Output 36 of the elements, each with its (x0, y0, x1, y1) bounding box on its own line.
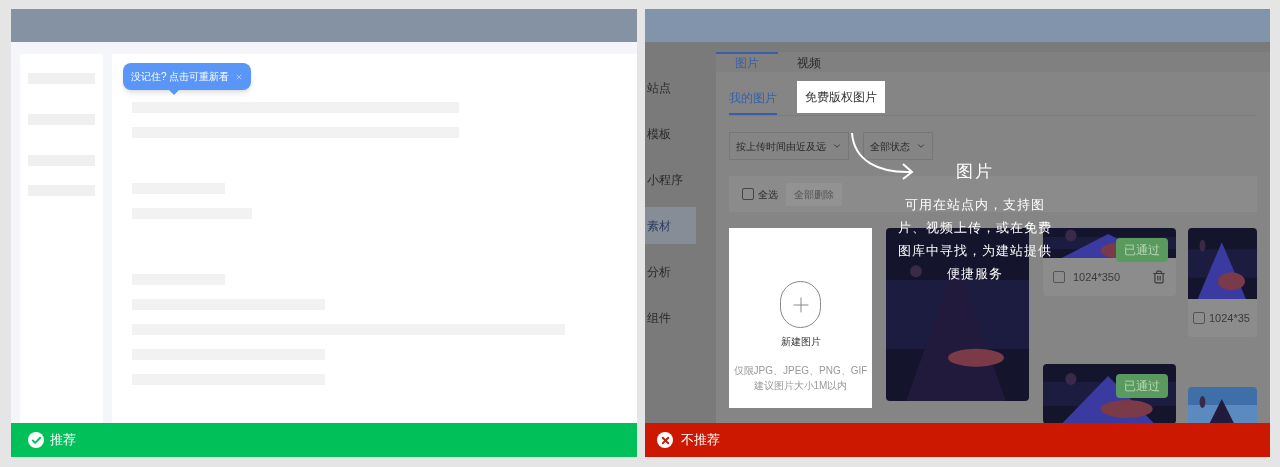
chevron-down-icon (916, 141, 926, 151)
checkbox[interactable] (742, 188, 754, 200)
sort-dropdown[interactable]: 按上传时间由近及远 (729, 132, 849, 160)
guide-text: 便捷服务 (947, 264, 1003, 283)
close-icon[interactable] (235, 72, 244, 81)
new-image-card[interactable]: 新建图片 仅限JPG、JPEG、PNG、GIF 建议图片大小1M以内 (729, 228, 872, 408)
chevron-down-icon (832, 141, 842, 151)
select-all-label: 全选 (758, 187, 778, 202)
status-badge: 已通过 (1116, 374, 1168, 398)
image-size: 1024*350 (1073, 269, 1121, 285)
tab[interactable]: 视频 (778, 52, 840, 72)
sidebar-item[interactable]: 组件 (645, 299, 696, 336)
sidebar-item[interactable]: 素材 (645, 207, 696, 244)
verdict-label: 不推荐 (681, 431, 720, 450)
image-size: 1024*35 (1209, 310, 1250, 326)
upload-hint: 仅限JPG、JPEG、PNG、GIF (733, 364, 868, 378)
arrow-icon (849, 131, 915, 181)
status-badge: 已通过 (1116, 238, 1168, 262)
verdict-label: 推荐 (50, 431, 76, 450)
guide-title: 图片 (956, 161, 994, 183)
card-title: 新建图片 (780, 335, 821, 349)
checkbox[interactable] (1053, 271, 1065, 283)
guide-text: 可用在站点内，支持图 (905, 195, 1045, 214)
upload-hint: 建议图片大小1M以内 (753, 379, 848, 393)
sort-dropdown[interactable]: 全部状态 (863, 132, 933, 160)
sidebar-item[interactable]: 模板 (645, 115, 696, 152)
sidebar-item[interactable]: 站点 (645, 69, 696, 106)
delete-icon[interactable] (1152, 270, 1166, 284)
image-card[interactable]: 1024*35 (1188, 228, 1257, 337)
tooltip-text: 没记住? 点击可重新看 (131, 70, 230, 84)
checkbox[interactable] (1193, 312, 1205, 324)
sidebar-item[interactable]: 分析 (645, 253, 696, 290)
close-icon (657, 432, 673, 448)
sidebar-item[interactable]: 小程序 (645, 161, 696, 198)
subtab[interactable]: 免费版权图片 (797, 81, 885, 113)
check-icon (28, 432, 44, 448)
